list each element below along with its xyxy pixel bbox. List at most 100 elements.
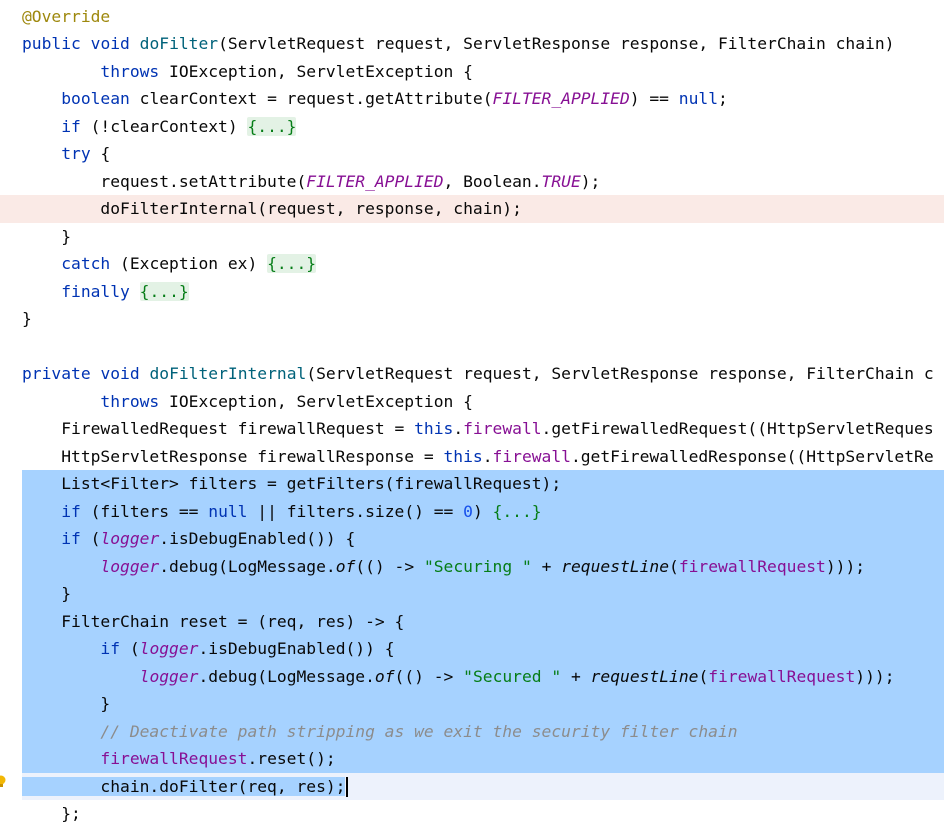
code-token: public	[22, 34, 81, 53]
code-token: .getFirewalledResponse((HttpServletRe	[570, 446, 934, 466]
code-token: )));	[825, 556, 866, 576]
code-token: IOException, ServletException {	[159, 61, 473, 81]
code-line[interactable]: doFilterInternal(request, response, chai…	[0, 195, 944, 223]
code-token: }	[22, 694, 111, 713]
code-line-text: List<Filter> filters = getFilters(firewa…	[22, 470, 561, 498]
code-token: throws	[100, 391, 160, 411]
code-line-text: // Deactivate path stripping as we exit …	[22, 718, 738, 746]
code-line[interactable]: public void doFilter(ServletRequest requ…	[0, 30, 944, 58]
code-line[interactable]: };	[0, 800, 944, 828]
code-token: );	[580, 171, 601, 191]
code-token: };	[22, 804, 81, 823]
code-token: "Secured "	[463, 666, 562, 686]
code-line[interactable]: // Deactivate path stripping as we exit …	[22, 717, 944, 746]
code-token: if	[61, 529, 81, 548]
code-line-text: };	[22, 800, 81, 828]
code-token: .debug(LogMessage.	[198, 666, 375, 686]
code-token: doFilterInternal	[149, 364, 307, 383]
code-line[interactable]: }	[22, 690, 944, 718]
code-token: .reset();	[247, 749, 336, 768]
code-line-text: public void doFilter(ServletRequest requ…	[22, 30, 894, 58]
code-token: .getFirewalledRequest((HttpServletReques	[541, 419, 934, 438]
text-cursor	[346, 777, 349, 797]
code-token: logger	[100, 529, 160, 548]
code-token: (() ->	[355, 556, 424, 576]
code-line[interactable]: if (!clearContext) {...}	[0, 113, 944, 141]
code-token: TRUE	[541, 171, 581, 191]
code-token: of	[335, 556, 356, 576]
folded-block[interactable]: {...}	[247, 116, 297, 136]
code-line[interactable]: }	[0, 305, 944, 333]
code-line[interactable]: HttpServletResponse firewallResponse = t…	[0, 443, 944, 471]
code-line[interactable]: try {	[0, 140, 944, 168]
code-token: .isDebugEnabled()) {	[198, 639, 395, 658]
code-line[interactable]: logger.debug(LogMessage.of(() -> "Secure…	[22, 662, 944, 690]
code-token: requestLine	[590, 666, 699, 686]
code-line-text: try {	[22, 140, 110, 168]
code-line[interactable]: if (filters == null || filters.size() ==…	[22, 497, 944, 525]
code-line[interactable]: throws IOException, ServletException {	[0, 58, 944, 86]
code-token: null	[208, 501, 248, 521]
code-line-text: logger.debug(LogMessage.of(() -> "Securi…	[22, 553, 865, 581]
code-line-text: }	[22, 580, 71, 608]
folded-block[interactable]: {...}	[267, 254, 317, 273]
code-line-text: HttpServletResponse firewallResponse = t…	[22, 443, 934, 471]
code-line[interactable]: boolean clearContext = request.getAttrib…	[0, 85, 944, 113]
code-token: this	[414, 419, 454, 438]
code-token: this	[443, 446, 483, 466]
code-line[interactable]: @Override	[0, 3, 944, 31]
code-token: ;	[718, 89, 728, 108]
code-token: private	[22, 364, 91, 383]
code-token: IOException, ServletException {	[159, 391, 473, 411]
code-token: (() ->	[394, 666, 464, 686]
code-line[interactable]: FirewalledRequest firewallRequest = this…	[0, 415, 944, 443]
code-line[interactable]: firewallRequest.reset();	[22, 745, 944, 773]
code-line[interactable]: List<Filter> filters = getFilters(firewa…	[22, 470, 944, 498]
code-line-text: if (logger.isDebugEnabled()) {	[22, 525, 355, 553]
code-token: if	[61, 501, 81, 521]
code-token: finally	[61, 281, 130, 301]
code-token: firewall	[492, 446, 571, 466]
code-line-text: if (logger.isDebugEnabled()) {	[22, 635, 395, 663]
code-line[interactable]: finally {...}	[0, 278, 944, 306]
code-line-text: @Override	[22, 3, 110, 31]
code-token: (	[80, 529, 101, 548]
code-line[interactable]: if (logger.isDebugEnabled()) {	[22, 635, 944, 663]
code-line[interactable]: }	[22, 580, 944, 608]
code-token: )	[472, 501, 493, 521]
code-line[interactable]: if (logger.isDebugEnabled()) {	[22, 525, 944, 553]
code-line[interactable]: throws IOException, ServletException {	[0, 388, 944, 416]
code-line[interactable]: chain.doFilter(req, res);	[22, 772, 944, 801]
code-token: (Exception ex)	[110, 254, 268, 273]
code-line-text: catch (Exception ex) {...}	[22, 250, 317, 278]
code-token: if	[61, 116, 81, 136]
code-editor[interactable]: @Override public void doFilter(ServletReq…	[0, 0, 944, 823]
code-line-text: FilterChain reset = (req, res) -> {	[22, 608, 404, 636]
code-token: chain.doFilter(req, res);	[22, 776, 346, 796]
code-line-text: throws IOException, ServletException {	[22, 58, 473, 86]
code-line[interactable]: logger.debug(LogMessage.of(() -> "Securi…	[22, 552, 944, 581]
code-line[interactable]: }	[0, 223, 944, 251]
code-token: void	[90, 34, 130, 53]
lightbulb-icon[interactable]	[0, 775, 6, 789]
code-line-text: chain.doFilter(req, res);	[22, 773, 349, 801]
code-line[interactable]	[0, 333, 944, 361]
code-token: (ServletRequest request, ServletResponse…	[306, 364, 934, 383]
code-line[interactable]: private void doFilterInternal(ServletReq…	[0, 360, 944, 388]
code-line[interactable]: FilterChain reset = (req, res) -> {	[22, 607, 944, 636]
code-token: // Deactivate path stripping as we exit …	[100, 721, 738, 741]
code-line[interactable]: catch (Exception ex) {...}	[0, 250, 944, 278]
folded-block[interactable]: {...}	[139, 281, 189, 301]
code-line[interactable]: request.setAttribute(FILTER_APPLIED, Boo…	[0, 168, 944, 196]
